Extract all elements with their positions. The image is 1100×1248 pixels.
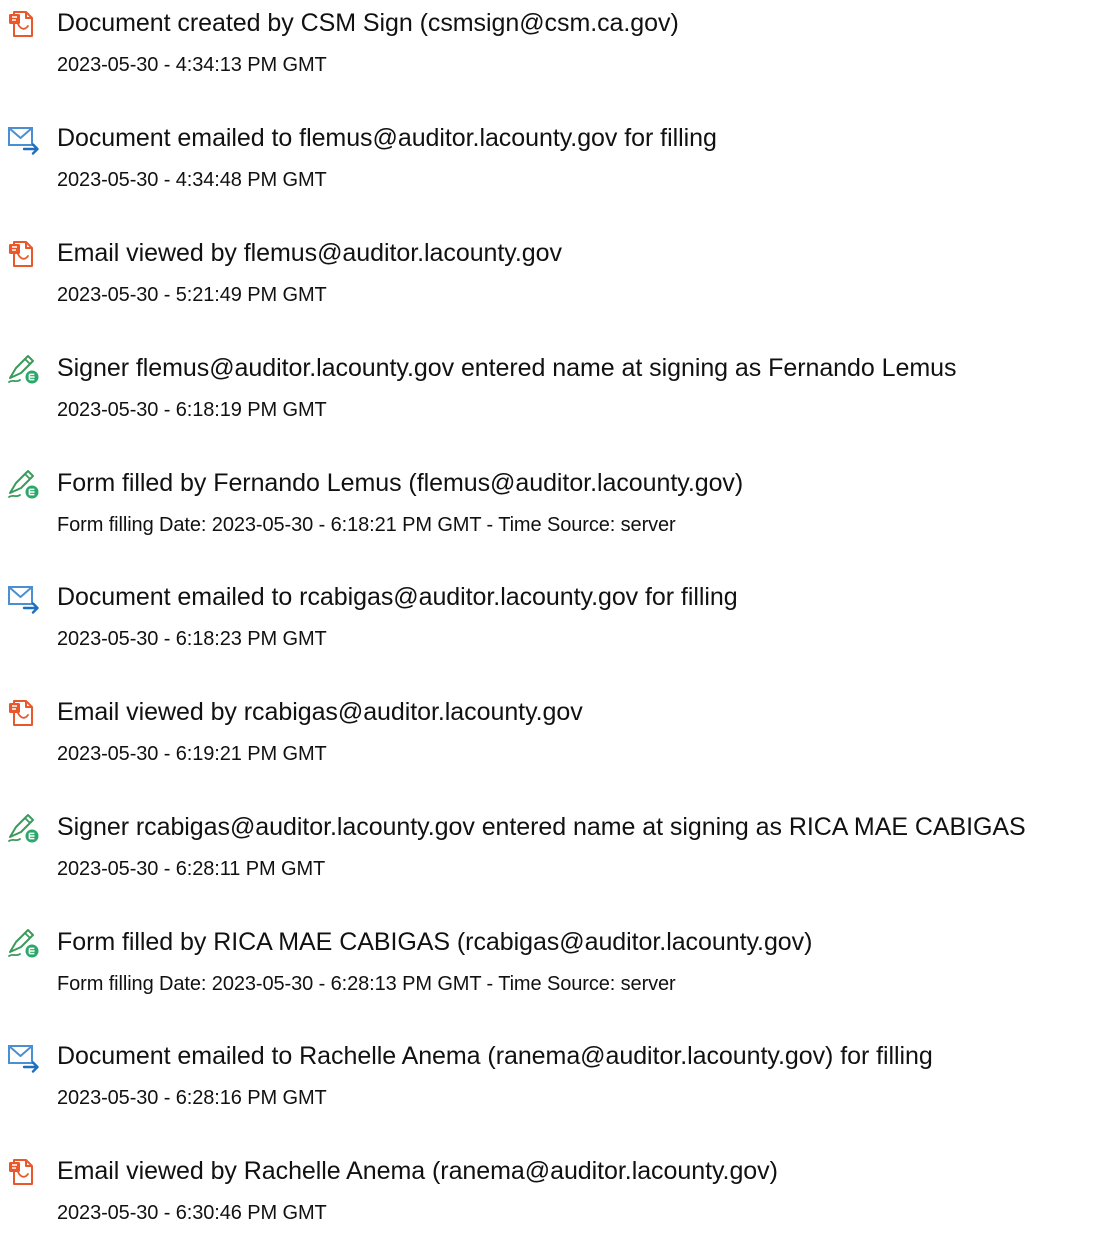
event-title: Form filled by RICA MAE CABIGAS (rcabiga… <box>57 928 813 956</box>
event-title: Signer rcabigas@auditor.lacounty.gov ent… <box>57 813 1026 841</box>
audit-event: Document created by CSM Sign (csmsign@cs… <box>0 0 1100 100</box>
signature-pen-icon <box>6 468 40 500</box>
event-title: Document emailed to flemus@auditor.lacou… <box>57 124 717 152</box>
document-icon <box>6 1156 40 1188</box>
event-timestamp: 2023-05-30 - 6:19:21 PM GMT <box>57 743 327 765</box>
document-icon <box>6 697 40 729</box>
event-timestamp: 2023-05-30 - 6:18:23 PM GMT <box>57 628 327 650</box>
audit-event: Form filled by RICA MAE CABIGAS (rcabiga… <box>0 919 1100 1019</box>
signature-pen-icon <box>6 812 40 844</box>
email-sent-icon <box>6 582 40 614</box>
event-timestamp: 2023-05-30 - 6:28:16 PM GMT <box>57 1087 327 1109</box>
event-timestamp: 2023-05-30 - 4:34:48 PM GMT <box>57 169 327 191</box>
event-title: Signer flemus@auditor.lacounty.gov enter… <box>57 354 957 382</box>
audit-event: Email viewed by flemus@auditor.lacounty.… <box>0 230 1100 330</box>
audit-event: Document emailed to flemus@auditor.lacou… <box>0 115 1100 215</box>
event-timestamp: 2023-05-30 - 4:34:13 PM GMT <box>57 54 327 76</box>
audit-event: Form filled by Fernando Lemus (flemus@au… <box>0 460 1100 560</box>
audit-event: Signer rcabigas@auditor.lacounty.gov ent… <box>0 804 1100 904</box>
event-title: Email viewed by flemus@auditor.lacounty.… <box>57 239 562 267</box>
email-sent-icon <box>6 1041 40 1073</box>
event-title: Document emailed to rcabigas@auditor.lac… <box>57 583 738 611</box>
document-icon <box>6 238 40 270</box>
email-sent-icon <box>6 123 40 155</box>
event-title: Document emailed to Rachelle Anema (rane… <box>57 1042 933 1070</box>
signature-pen-icon <box>6 927 40 959</box>
audit-event: Document emailed to rcabigas@auditor.lac… <box>0 574 1100 674</box>
audit-event: Email viewed by Rachelle Anema (ranema@a… <box>0 1148 1100 1248</box>
event-timestamp: Form filling Date: 2023-05-30 - 6:28:13 … <box>57 973 676 995</box>
event-title: Email viewed by rcabigas@auditor.lacount… <box>57 698 583 726</box>
document-icon <box>6 8 40 40</box>
event-timestamp: 2023-05-30 - 6:18:19 PM GMT <box>57 399 327 421</box>
event-timestamp: 2023-05-30 - 6:30:46 PM GMT <box>57 1202 327 1224</box>
event-title: Form filled by Fernando Lemus (flemus@au… <box>57 469 744 497</box>
event-timestamp: 2023-05-30 - 5:21:49 PM GMT <box>57 284 327 306</box>
event-title: Document created by CSM Sign (csmsign@cs… <box>57 9 679 37</box>
audit-event: Document emailed to Rachelle Anema (rane… <box>0 1033 1100 1133</box>
audit-event: Signer flemus@auditor.lacounty.gov enter… <box>0 345 1100 445</box>
audit-event: Email viewed by rcabigas@auditor.lacount… <box>0 689 1100 789</box>
event-timestamp: Form filling Date: 2023-05-30 - 6:18:21 … <box>57 514 676 536</box>
event-timestamp: 2023-05-30 - 6:28:11 PM GMT <box>57 858 326 880</box>
event-title: Email viewed by Rachelle Anema (ranema@a… <box>57 1157 778 1185</box>
signature-pen-icon <box>6 353 40 385</box>
